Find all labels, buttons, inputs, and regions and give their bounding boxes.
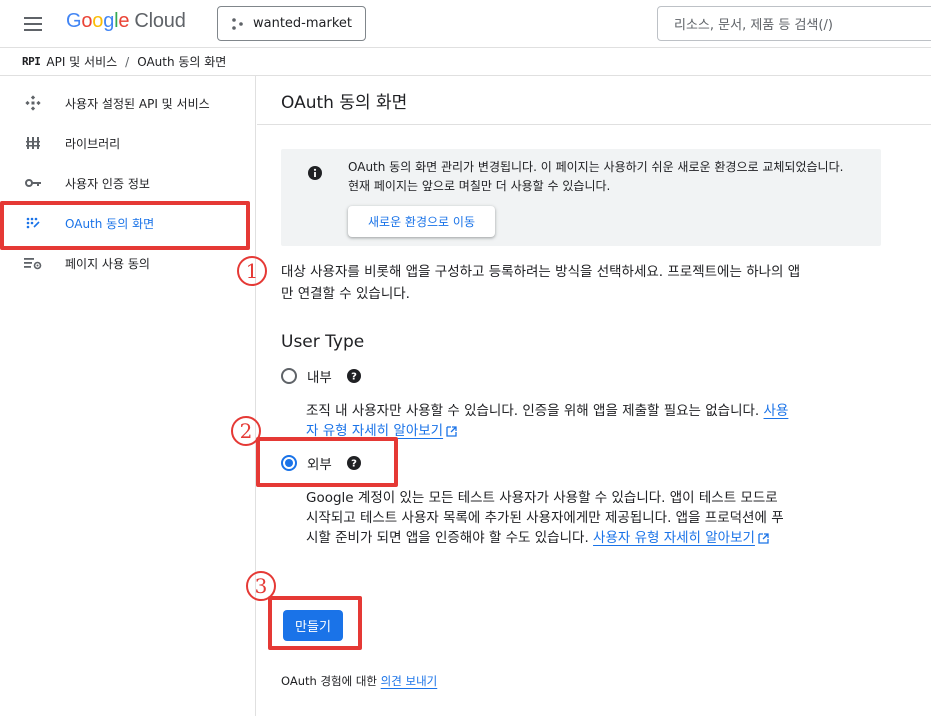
sidebar-item-label: 페이지 사용 동의 bbox=[65, 256, 150, 271]
api-services-icon bbox=[24, 94, 42, 112]
internal-description: 조직 내 사용자만 사용할 수 있습니다. 인증을 위해 앱을 제출할 필요는 … bbox=[306, 401, 791, 441]
page-usage-settings-icon bbox=[24, 254, 42, 272]
sidebar-item-library[interactable]: 라이브러리 bbox=[0, 123, 256, 163]
info-icon bbox=[308, 166, 322, 180]
project-icon bbox=[232, 17, 243, 30]
feedback-prefix: OAuth 경험에 대한 bbox=[281, 674, 378, 688]
library-icon bbox=[24, 134, 42, 152]
internal-option: 내부 ? bbox=[281, 366, 361, 386]
menu-icon[interactable] bbox=[22, 14, 44, 34]
go-to-new-experience-button[interactable]: 새로운 환경으로 이동 bbox=[348, 206, 495, 237]
learn-more-user-type-link[interactable]: 사용자 유형 자세히 알아보기 bbox=[593, 530, 755, 546]
sidebar-item-page-usage[interactable]: 페이지 사용 동의 bbox=[0, 243, 256, 283]
external-link-icon bbox=[758, 532, 769, 544]
external-option: 외부 ? bbox=[281, 453, 361, 473]
search-placeholder: 리소스, 문서, 제품 등 검색(/) bbox=[674, 18, 833, 33]
internal-desc-text: 조직 내 사용자만 사용할 수 있습니다. 인증을 위해 앱을 제출할 필요는 … bbox=[306, 403, 760, 419]
project-selector-button[interactable]: wanted-market bbox=[217, 6, 366, 41]
api-logo-icon: RPI bbox=[22, 55, 41, 68]
help-icon[interactable]: ? bbox=[346, 369, 361, 383]
feedback-line: OAuth 경험에 대한 의견 보내기 bbox=[281, 673, 437, 689]
svg-text:?: ? bbox=[351, 459, 357, 470]
page-title: OAuth 동의 화면 bbox=[281, 93, 408, 113]
external-label[interactable]: 외부 bbox=[307, 453, 332, 473]
breadcrumb-separator: / bbox=[125, 54, 130, 69]
sidebar-item-enabled-apis[interactable]: 사용자 설정된 API 및 서비스 bbox=[0, 83, 256, 123]
sidebar-item-label: 사용자 설정된 API 및 서비스 bbox=[65, 96, 210, 111]
send-feedback-link[interactable]: 의견 보내기 bbox=[381, 674, 438, 688]
internal-label[interactable]: 내부 bbox=[307, 366, 332, 386]
breadcrumb: RPI API 및 서비스 / OAuth 동의 화면 bbox=[0, 48, 931, 76]
title-divider bbox=[257, 124, 931, 125]
external-description: Google 계정이 있는 모든 테스트 사용자가 사용할 수 있습니다. 앱이… bbox=[306, 488, 791, 548]
svg-text:?: ? bbox=[351, 372, 357, 383]
oauth-consent-icon bbox=[24, 214, 42, 232]
project-name: wanted-market bbox=[253, 16, 353, 31]
external-radio[interactable] bbox=[281, 455, 297, 471]
sidebar-item-label: 라이브러리 bbox=[65, 136, 121, 151]
sidebar-item-label: 사용자 인증 정보 bbox=[65, 176, 150, 191]
sidebar-item-credentials[interactable]: 사용자 인증 정보 bbox=[0, 163, 256, 203]
sidebar-item-oauth-consent[interactable]: OAuth 동의 화면 bbox=[0, 203, 256, 251]
help-icon[interactable]: ? bbox=[346, 456, 361, 470]
external-link-icon bbox=[446, 425, 457, 437]
sidebar-item-label: OAuth 동의 화면 bbox=[65, 216, 155, 231]
google-cloud-logo[interactable]: Google Cloud bbox=[66, 10, 186, 33]
create-button[interactable]: 만들기 bbox=[283, 610, 343, 641]
top-bar: Google Cloud wanted-market 리소스, 문서, 제품 등 … bbox=[0, 0, 931, 48]
page-description: 대상 사용자를 비롯해 앱을 구성하고 등록하려는 방식을 선택하세요. 프로젝… bbox=[281, 264, 801, 302]
user-type-heading: User Type bbox=[281, 332, 365, 352]
search-input[interactable]: 리소스, 문서, 제품 등 검색(/) bbox=[657, 6, 931, 41]
notice-text: OAuth 동의 화면 관리가 변경됩니다. 이 페이지는 사용하기 쉬운 새로… bbox=[348, 160, 844, 193]
breadcrumb-current: OAuth 동의 화면 bbox=[137, 55, 227, 69]
notice-banner: OAuth 동의 화면 관리가 변경됩니다. 이 페이지는 사용하기 쉬운 새로… bbox=[281, 149, 881, 246]
breadcrumb-section[interactable]: API 및 서비스 bbox=[46, 53, 117, 70]
sidebar: 사용자 설정된 API 및 서비스 라이브러리 사용자 인증 정보 OAuth … bbox=[0, 76, 256, 716]
key-icon bbox=[24, 174, 42, 192]
internal-radio[interactable] bbox=[281, 368, 297, 384]
